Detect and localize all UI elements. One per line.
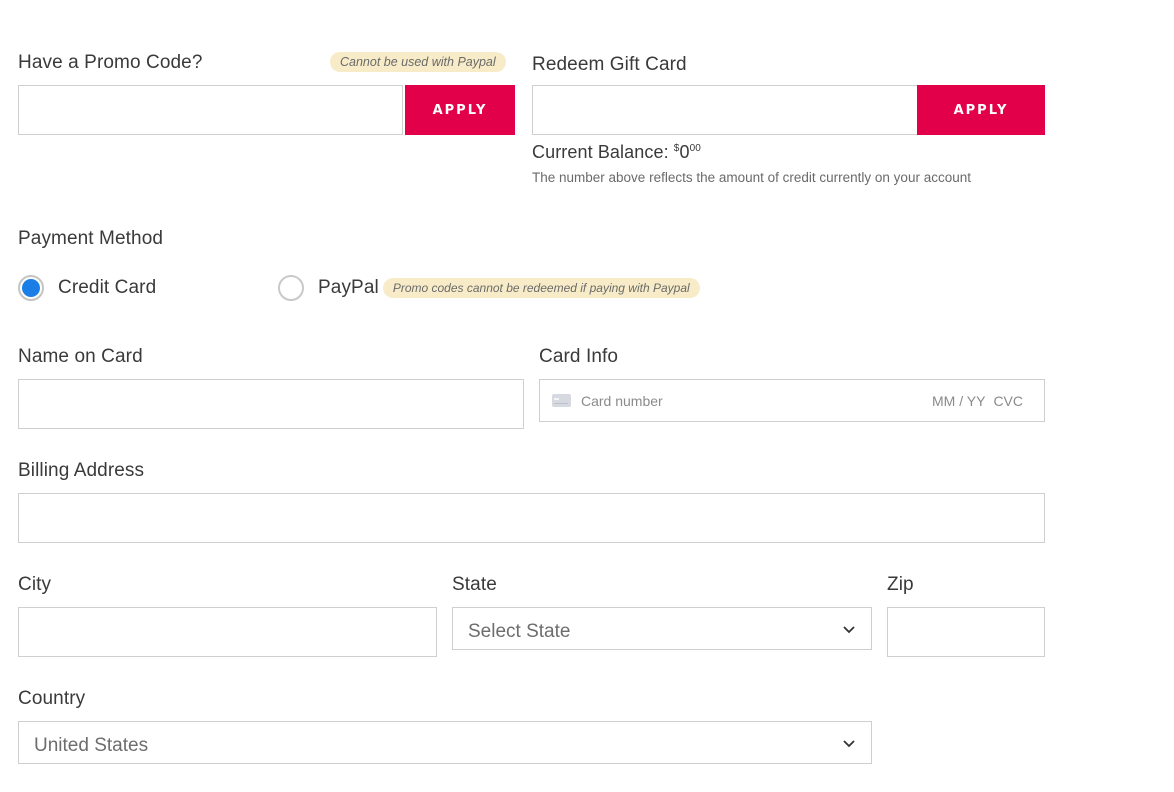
promo-code-input[interactable] [18,85,403,135]
paypal-promo-note: Promo codes cannot be redeemed if paying… [382,278,700,298]
state-select[interactable]: Select State [452,607,872,650]
current-balance: Current Balance: $000 [532,142,701,163]
expiry-placeholder[interactable]: MM / YY [932,393,985,409]
country-selected-value: United States [34,734,149,756]
billing-address-label: Billing Address [18,460,145,481]
chevron-down-icon [843,625,855,633]
payment-method-label: Payment Method [18,228,164,249]
state-label: State [452,574,497,595]
card-number-placeholder[interactable]: Card number [581,393,932,409]
radio-credit-card[interactable]: Credit Card [18,275,156,301]
radio-paypal-control[interactable] [278,275,304,301]
city-label: City [18,574,52,595]
radio-credit-card-label: Credit Card [58,277,157,298]
name-on-card-label: Name on Card [18,346,143,367]
gift-card-label: Redeem Gift Card [532,54,687,75]
radio-selected-dot [22,279,40,297]
promo-code-label: Have a Promo Code? [18,52,203,73]
gift-card-apply-button[interactable]: APPLY [917,85,1045,135]
zip-input[interactable] [887,607,1045,657]
balance-whole: 0 [679,142,690,162]
card-info-label: Card Info [539,346,619,367]
city-input[interactable] [18,607,437,657]
radio-paypal-label: PayPal [318,277,379,298]
zip-label: Zip [887,574,914,595]
state-selected-value: Select State [468,620,571,642]
promo-apply-button[interactable]: APPLY [405,85,515,135]
gift-card-input[interactable] [532,85,918,135]
radio-paypal[interactable]: PayPal Promo codes cannot be redeemed if… [278,275,700,301]
balance-label: Current Balance: [532,142,669,162]
billing-address-input[interactable] [18,493,1045,543]
balance-note: The number above reflects the amount of … [532,170,971,185]
country-label: Country [18,688,86,709]
cvc-placeholder[interactable]: CVC [993,393,1023,409]
card-info-field[interactable]: Card number MM / YY CVC [539,379,1045,422]
credit-card-icon [552,394,571,407]
country-select[interactable]: United States [18,721,872,764]
balance-cents: 00 [689,143,701,154]
radio-credit-card-control[interactable] [18,275,44,301]
name-on-card-input[interactable] [18,379,524,429]
chevron-down-icon [843,739,855,747]
promo-paypal-badge: Cannot be used with Paypal [330,52,506,72]
